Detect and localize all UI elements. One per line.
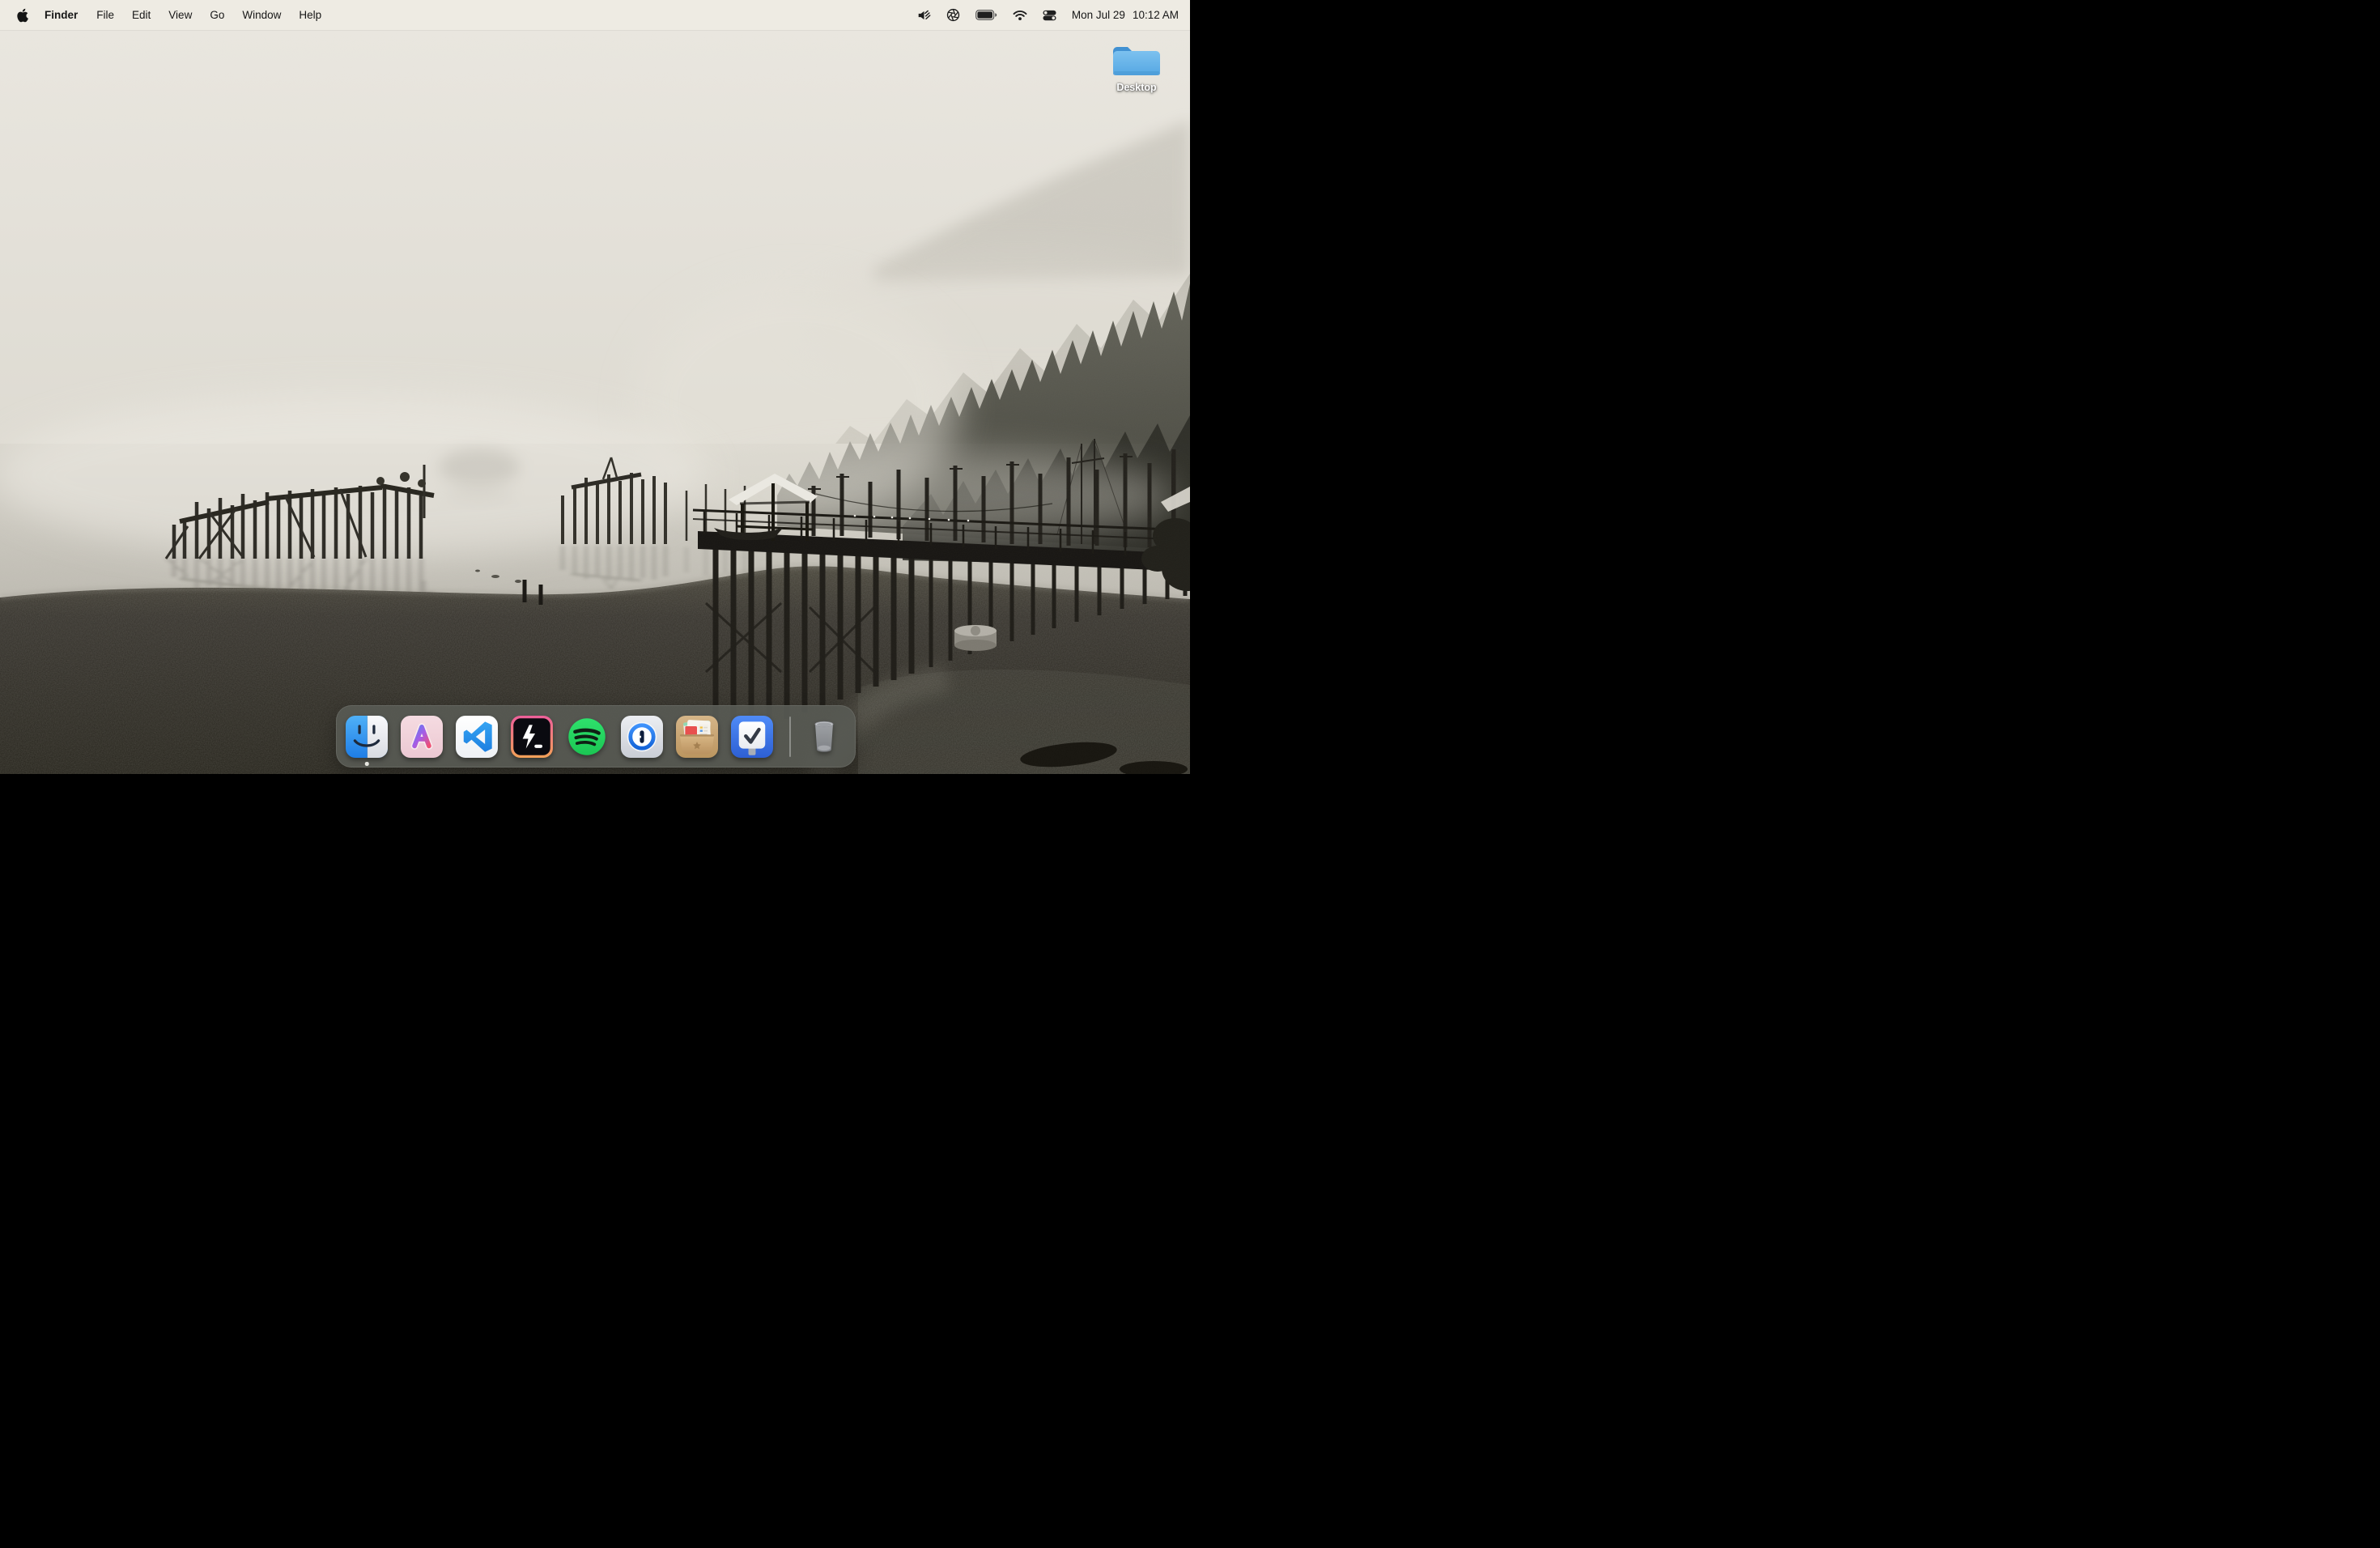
folder-icon — [1112, 40, 1161, 79]
clock-date: Mon Jul 29 — [1072, 9, 1125, 21]
dock-item-arc[interactable] — [401, 716, 443, 758]
1password-icon — [621, 716, 663, 758]
desktop-screen: Finder File Edit View Go Window Help — [0, 0, 1190, 774]
things-icon — [731, 716, 773, 758]
dock — [336, 705, 856, 768]
apple-logo-icon — [16, 8, 28, 23]
volume-muted-icon[interactable] — [917, 10, 931, 21]
dock-item-vscode[interactable] — [456, 716, 498, 758]
dock-item-things[interactable] — [731, 716, 773, 758]
clock-time: 10:12 AM — [1133, 9, 1179, 21]
menu-view[interactable]: View — [159, 0, 201, 30]
dock-item-finder[interactable] — [346, 716, 388, 758]
archive-box-icon — [676, 716, 718, 758]
menu-bar: Finder File Edit View Go Window Help — [0, 0, 1190, 30]
control-center-icon[interactable] — [1043, 10, 1056, 21]
dock-item-1password[interactable] — [621, 716, 663, 758]
wifi-icon[interactable] — [1013, 10, 1027, 21]
menu-app-name[interactable]: Finder — [35, 0, 87, 30]
menu-bar-status: Mon Jul 29 10:12 AM — [917, 8, 1179, 22]
finder-icon — [346, 716, 388, 758]
dock-item-archive-box[interactable] — [676, 716, 718, 758]
menu-bar-left: Finder File Edit View Go Window Help — [8, 0, 330, 30]
apple-menu[interactable] — [8, 8, 35, 23]
desktop-folder-label: Desktop — [1116, 82, 1156, 93]
wallpaper-foggy-pier — [0, 0, 1190, 774]
menu-edit[interactable]: Edit — [123, 0, 159, 30]
warp-terminal-icon — [511, 716, 553, 758]
vscode-icon — [456, 716, 498, 758]
dock-separator — [789, 717, 791, 757]
arc-icon — [401, 716, 443, 758]
dock-item-trash[interactable] — [803, 716, 845, 758]
menu-window[interactable]: Window — [233, 0, 290, 30]
battery-icon[interactable] — [975, 10, 997, 20]
spotify-icon — [566, 716, 608, 758]
menu-help[interactable]: Help — [290, 0, 330, 30]
menu-bar-clock[interactable]: Mon Jul 29 10:12 AM — [1072, 9, 1179, 21]
shutter-icon[interactable] — [946, 8, 960, 22]
menu-go[interactable]: Go — [201, 0, 233, 30]
trash-icon — [803, 716, 845, 758]
dock-item-warp[interactable] — [511, 716, 553, 758]
menu-file[interactable]: File — [87, 0, 123, 30]
desktop-folder[interactable]: Desktop — [1099, 40, 1174, 93]
running-indicator — [365, 762, 369, 766]
dock-item-spotify[interactable] — [566, 716, 608, 758]
